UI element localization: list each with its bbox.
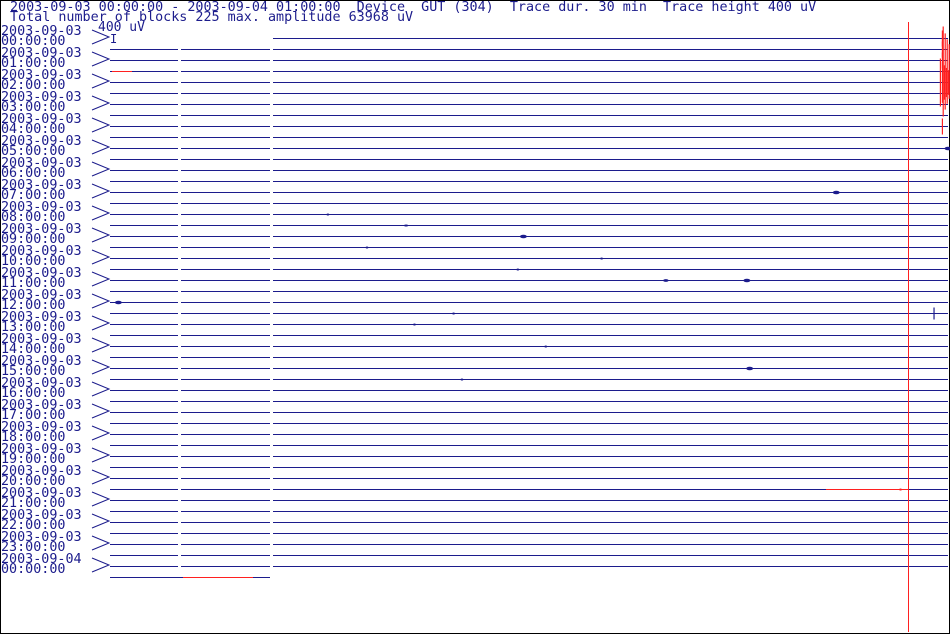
event-blip xyxy=(326,213,330,216)
seismogram-plot xyxy=(91,22,950,632)
time-label-marker xyxy=(91,161,111,177)
event-blip xyxy=(519,234,527,239)
time-label-marker xyxy=(91,51,111,67)
event-blip xyxy=(944,146,950,151)
trace-gap xyxy=(270,45,273,575)
time-label-marker xyxy=(91,381,111,397)
time-label-marker xyxy=(91,469,111,485)
event-blip xyxy=(600,257,604,260)
time-label-marker xyxy=(91,557,111,573)
time-label-marker xyxy=(91,315,111,331)
time-label-marker xyxy=(91,95,111,111)
event-blip xyxy=(403,224,409,227)
time-label-marker xyxy=(91,403,111,419)
time-label-marker xyxy=(91,249,111,265)
time-label-marker xyxy=(91,447,111,463)
event-blip xyxy=(832,190,840,195)
time-label-marker xyxy=(91,491,111,507)
event-blip xyxy=(663,279,669,282)
time-label-marker xyxy=(91,139,111,155)
time-label-marker xyxy=(91,425,111,441)
time-label-marker xyxy=(91,535,111,551)
event-blip xyxy=(516,268,520,271)
event-blip xyxy=(114,300,122,305)
event-blip xyxy=(365,246,369,249)
time-label-marker xyxy=(91,227,111,243)
trace-gap xyxy=(178,45,181,575)
time-label-marker xyxy=(91,293,111,309)
time-label-marker xyxy=(91,117,111,133)
time-label-marker xyxy=(91,205,111,221)
event-blip xyxy=(743,278,751,283)
event-blip xyxy=(413,323,416,326)
time-label-marker xyxy=(91,183,111,199)
time-label-marker xyxy=(91,337,111,353)
event-blip xyxy=(544,345,548,348)
time-label-marker xyxy=(91,513,111,529)
event-blip xyxy=(460,378,464,381)
time-label-marker xyxy=(91,359,111,375)
time-label-marker xyxy=(91,73,111,89)
time-label-marker xyxy=(91,271,111,287)
event-blip xyxy=(452,312,455,315)
event-blip xyxy=(746,366,754,371)
time-label-marker xyxy=(91,29,111,45)
